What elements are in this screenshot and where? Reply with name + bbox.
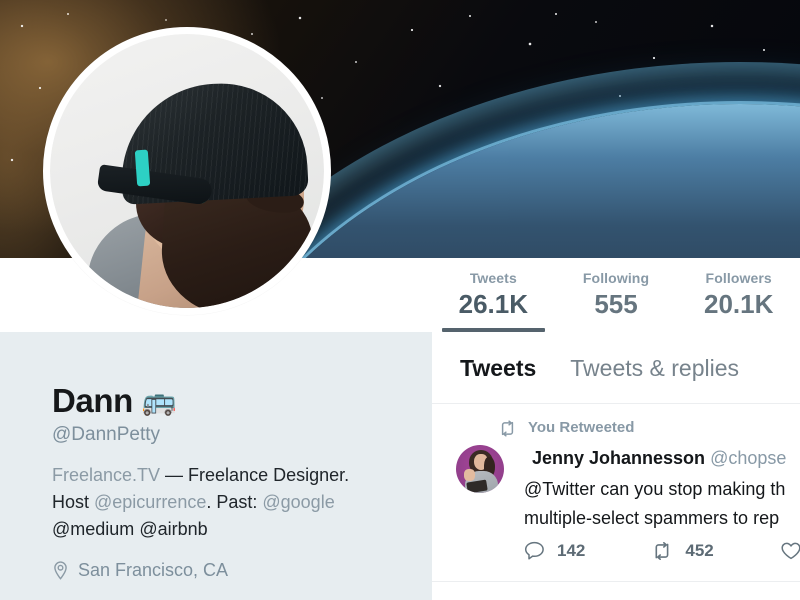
bio-text-3: . Past: — [206, 492, 263, 512]
profile-location-text: San Francisco, CA — [78, 560, 229, 580]
twitter-profile-page: Tweets 26.1K Following 555 Followers 20.… — [0, 0, 800, 600]
tweet-text-line-2: multiple-select spammers to rep — [524, 508, 780, 528]
retweet-icon — [501, 419, 514, 437]
profile-location: San Francisco, CA — [52, 559, 228, 581]
profile-avatar[interactable] — [43, 27, 331, 315]
tweet-author-name[interactable]: Jenny Johannesson — [532, 448, 705, 468]
stat-tweets-value: 26.1K — [458, 289, 529, 319]
bio-link-google[interactable]: @google — [262, 492, 334, 512]
retweet-context: You Retweeted — [498, 419, 634, 437]
profile-handle: @DannPetty — [52, 424, 161, 445]
bus-emoji-icon: 🚌 — [141, 385, 177, 416]
avatar-cap-logo — [134, 149, 151, 187]
profile-stats: Tweets 26.1K Following 555 Followers 20.… — [432, 258, 800, 332]
tab-tweets-and-replies[interactable]: Tweets & replies — [570, 354, 739, 382]
retweet-action-icon — [655, 542, 669, 560]
timeline-tabs: Tweets Tweets & replies — [432, 332, 800, 404]
stat-following-label: Following — [582, 270, 650, 286]
tweet-text: @Twitter can you stop making th multiple… — [524, 475, 800, 533]
bio-text-2: Host — [52, 492, 95, 512]
reply-action[interactable]: 142 — [524, 541, 585, 561]
tweet-actions: 142 452 1. — [524, 541, 800, 561]
bio-link-freelancetv[interactable]: Freelance.TV — [52, 465, 160, 485]
retweet-count: 452 — [685, 541, 714, 560]
profile-display-name-text: Dann — [52, 382, 133, 419]
location-pin-icon — [54, 560, 67, 580]
reply-count: 142 — [557, 541, 586, 560]
stat-following[interactable]: Following 555 — [555, 258, 678, 332]
retweet-action[interactable]: 452 — [651, 541, 714, 561]
stat-followers-value: 20.1K — [703, 289, 774, 319]
tweet-avatar-hand — [464, 469, 475, 481]
timeline-panel: Tweets Tweets & replies You Retweeted Je… — [432, 332, 800, 600]
tweet-author-handle[interactable]: @chopse — [710, 448, 786, 468]
profile-bio: Freelance.TV — Freelance Designer. Host … — [52, 462, 412, 543]
stat-following-value: 555 — [594, 289, 638, 319]
tab-tweets[interactable]: Tweets — [460, 354, 536, 382]
bio-link-airbnb[interactable]: @airbnb — [139, 519, 207, 539]
profile-sidebar: Dann 🚌 @DannPetty Freelance.TV — Freelan… — [0, 332, 432, 600]
reply-icon — [524, 541, 544, 560]
tweet-item[interactable]: You Retweeted Jenny Johannesson @chopse @… — [432, 405, 800, 582]
retweet-label: You Retweeted — [528, 419, 635, 436]
stat-followers-label: Followers — [705, 270, 772, 286]
bio-link-medium[interactable]: @medium — [52, 519, 134, 539]
profile-display-name: Dann 🚌 — [52, 382, 177, 420]
tweet-author-line: Jenny Johannesson @chopse — [532, 447, 786, 469]
tweet-text-line-1: @Twitter can you stop making th — [524, 479, 786, 499]
stat-followers[interactable]: Followers 20.1K — [677, 258, 800, 332]
tweet-author-avatar[interactable] — [456, 445, 504, 493]
stat-tweets[interactable]: Tweets 26.1K — [432, 258, 555, 332]
bio-link-epicurrence[interactable]: @epicurrence — [94, 492, 206, 512]
avatar-photo — [50, 34, 324, 308]
bio-text-1: — Freelance Designer. — [160, 465, 350, 485]
like-icon — [781, 542, 800, 560]
stat-tweets-label: Tweets — [469, 270, 517, 286]
like-action[interactable]: 1. — [780, 541, 800, 561]
